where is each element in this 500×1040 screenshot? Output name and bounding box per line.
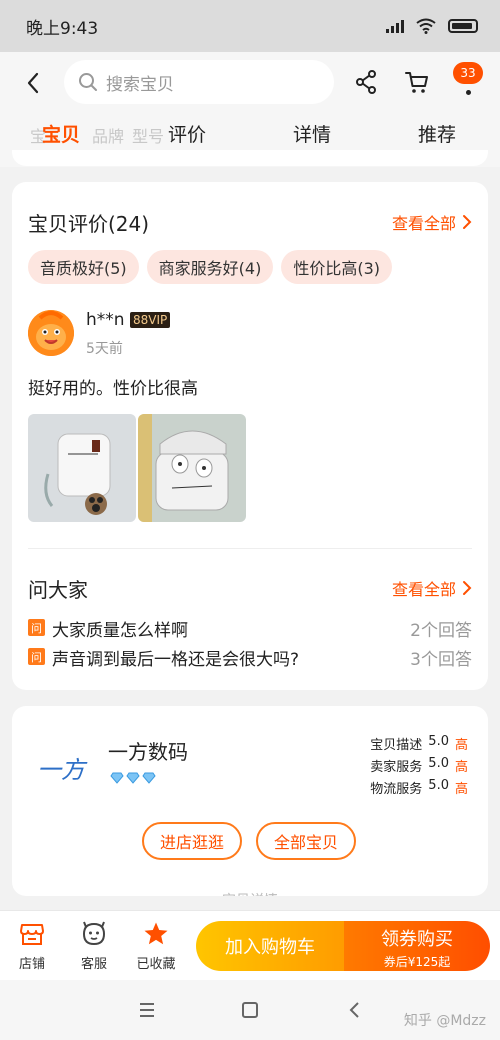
- tab-details[interactable]: 详情: [293, 120, 331, 147]
- shop-rating-row: 物流服务 5.0 高: [370, 778, 468, 797]
- star-icon: [144, 922, 168, 945]
- reviewer-name: h**n: [86, 310, 125, 330]
- reviews-title: 宝贝评价(24): [28, 212, 150, 236]
- system-navigation-bar: 知乎 @Mdzz: [0, 980, 500, 1040]
- shop-action[interactable]: 店铺: [4, 919, 60, 972]
- message-count-badge: 33: [453, 62, 483, 84]
- buy-with-coupon-button[interactable]: 领券购买 券后¥125起: [344, 921, 490, 971]
- coupon-price-label: 券后¥125起: [383, 955, 451, 969]
- enter-shop-button[interactable]: 进店逛逛: [142, 822, 242, 860]
- question-icon: 问: [28, 648, 45, 665]
- signal-icon: [386, 19, 404, 33]
- shop-name[interactable]: 一方数码: [108, 736, 188, 765]
- tab-brand[interactable]: 品牌: [92, 123, 124, 147]
- customer-service-icon: [82, 921, 106, 946]
- diamond-icon: [142, 772, 156, 784]
- qa-answer-count: 2个回答: [410, 621, 472, 641]
- qa-question: 声音调到最后一格还是会很大吗?: [52, 650, 300, 670]
- shop-logo[interactable]: 一方: [26, 742, 96, 792]
- product-details-heading-peek: 宝贝详情: [12, 890, 488, 896]
- review-time: 5天前: [86, 341, 123, 357]
- shop-level-diamonds: [110, 772, 156, 784]
- rating-label: 宝贝描述: [370, 738, 423, 753]
- review-photo[interactable]: [138, 414, 246, 522]
- rating-level: 高: [454, 738, 468, 753]
- diamond-icon: [126, 772, 140, 784]
- reviews-view-all-label: 查看全部: [391, 214, 456, 233]
- mascot-avatar-image: [28, 310, 74, 356]
- tab-recommend[interactable]: 推荐: [418, 120, 456, 147]
- rating-score: 5.0: [428, 756, 449, 771]
- shop-card: 一方 一方数码 宝贝描述 5.0 高 卖家服务 5.0 高 物流服务 5.0 高…: [12, 706, 488, 896]
- search-icon: [79, 73, 97, 91]
- review-photo[interactable]: [28, 414, 136, 522]
- favorite-action-label: 已收藏: [136, 957, 176, 972]
- all-items-button[interactable]: 全部宝贝: [256, 822, 356, 860]
- review-tags: 音质极好(5) 商家服务好(4) 性价比高(3): [28, 250, 393, 284]
- status-time: 晚上9:43: [26, 18, 99, 39]
- qa-item[interactable]: 问 大家质量怎么样啊 2个回答: [28, 616, 472, 641]
- previous-card-edge: [12, 150, 488, 166]
- watermark: 知乎 @Mdzz: [403, 1013, 486, 1029]
- more-icon: [466, 90, 471, 95]
- earbuds-case-photo: [28, 414, 136, 522]
- qa-view-all-label: 查看全部: [391, 580, 456, 599]
- buy-button-label: 领券购买: [381, 929, 453, 950]
- status-bar: 晚上9:43: [0, 0, 500, 52]
- avatar: [28, 310, 74, 356]
- shop-rating-row: 卖家服务 5.0 高: [370, 756, 468, 775]
- vip-badge: 88VIP: [130, 312, 171, 328]
- rating-level: 高: [454, 760, 468, 775]
- rating-label: 物流服务: [370, 782, 423, 797]
- review-text: 挺好用的。性价比很高: [28, 379, 198, 399]
- back-icon[interactable]: [22, 68, 46, 98]
- chevron-right-icon: [463, 215, 472, 229]
- tab-model[interactable]: 型号: [132, 123, 164, 147]
- bottom-action-bar: 店铺 客服 已收藏 加入购物车 领券购买 券后¥125起: [0, 910, 500, 980]
- status-icons: [386, 18, 478, 34]
- shop-action-label: 店铺: [18, 957, 45, 972]
- review-tag[interactable]: 性价比高(3): [281, 250, 393, 284]
- share-icon[interactable]: [354, 69, 378, 95]
- reviews-card: 宝贝评价(24) 查看全部 音质极好(5) 商家服务好(4) 性价比高(3) h…: [12, 182, 488, 690]
- menu-icon[interactable]: [138, 1000, 156, 1020]
- qa-answer-count: 3个回答: [410, 650, 472, 670]
- rating-score: 5.0: [428, 734, 449, 749]
- section-divider: [28, 548, 472, 549]
- store-icon: [20, 924, 44, 945]
- review-tag[interactable]: 商家服务好(4): [146, 250, 274, 284]
- qa-title: 问大家: [28, 578, 88, 602]
- service-action[interactable]: 客服: [66, 919, 122, 972]
- rating-level: 高: [454, 782, 468, 797]
- more-button[interactable]: 33: [453, 62, 483, 102]
- search-placeholder: 搜索宝贝: [106, 74, 174, 95]
- qa-item[interactable]: 问 声音调到最后一格还是会很大吗? 3个回答: [28, 645, 472, 670]
- wifi-icon: [416, 18, 436, 34]
- qa-question: 大家质量怎么样啊: [52, 621, 188, 641]
- tab-product[interactable]: 宝贝: [42, 120, 80, 147]
- tab-reviews[interactable]: 评价: [168, 120, 206, 147]
- rating-label: 卖家服务: [370, 760, 423, 775]
- rating-score: 5.0: [428, 778, 449, 793]
- service-action-label: 客服: [80, 957, 107, 972]
- qa-view-all[interactable]: 查看全部: [392, 576, 472, 600]
- review-tag[interactable]: 音质极好(5): [28, 250, 139, 284]
- home-icon[interactable]: [241, 1000, 259, 1020]
- search-input[interactable]: 搜索宝贝: [64, 60, 334, 104]
- cart-icon[interactable]: [404, 69, 430, 95]
- battery-icon: [448, 19, 478, 33]
- reviews-view-all[interactable]: 查看全部: [392, 210, 472, 234]
- chevron-right-icon: [463, 581, 472, 595]
- system-back-icon[interactable]: [346, 1000, 364, 1020]
- favorite-action[interactable]: 已收藏: [128, 919, 184, 972]
- earbuds-open-photo: [138, 414, 246, 522]
- diamond-icon: [110, 772, 124, 784]
- add-to-cart-button[interactable]: 加入购物车: [196, 921, 344, 971]
- question-icon: 问: [28, 619, 45, 636]
- shop-rating-row: 宝贝描述 5.0 高: [370, 734, 468, 753]
